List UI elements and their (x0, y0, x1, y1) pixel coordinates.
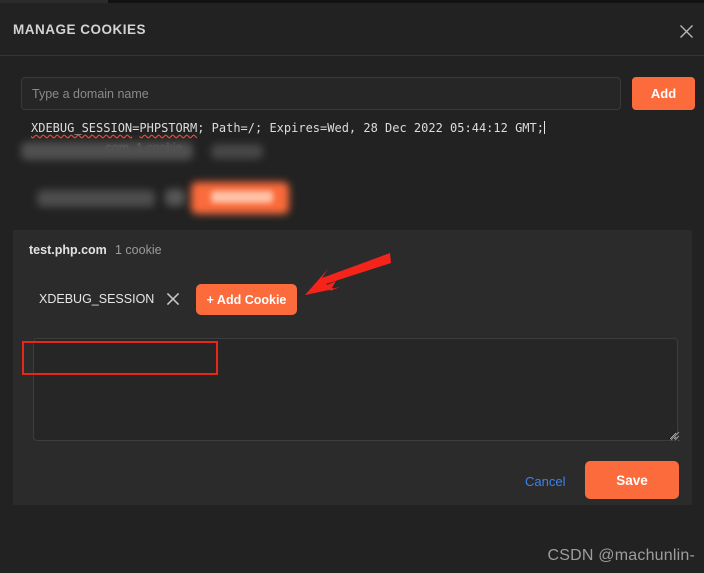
save-button[interactable]: Save (585, 461, 679, 499)
remove-cookie-icon[interactable] (161, 287, 185, 311)
redacted-domain-row-2[interactable] (13, 178, 303, 222)
redaction-blob (211, 191, 273, 203)
add-domain-row: Add (21, 77, 695, 110)
redaction-blob (21, 142, 193, 160)
redaction-blob (165, 189, 185, 206)
cookie-name-label[interactable]: XDEBUG_SESSION (39, 292, 154, 306)
add-cookie-button[interactable]: + Add Cookie (196, 284, 297, 315)
cookie-string-textarea[interactable] (33, 338, 678, 441)
text-caret (543, 121, 545, 134)
active-domain-name: test.php.com (29, 243, 107, 257)
redaction-blob (211, 144, 263, 159)
redaction-blob (37, 190, 155, 207)
redacted-domain-row-1[interactable]: .com 1 cookie (13, 133, 303, 169)
close-icon[interactable] (671, 17, 701, 45)
domain-name-input[interactable] (21, 77, 621, 110)
modal-header: MANAGE COOKIES (0, 3, 704, 56)
page-title: MANAGE COOKIES (13, 22, 147, 37)
cancel-button[interactable]: Cancel (519, 470, 571, 493)
active-domain-cookie-count: 1 cookie (115, 243, 162, 257)
manage-cookies-modal: MANAGE COOKIES Add .com 1 cookie test (0, 0, 704, 573)
watermark: CSDN @machunlin- (547, 547, 695, 564)
add-domain-button[interactable]: Add (632, 77, 695, 110)
